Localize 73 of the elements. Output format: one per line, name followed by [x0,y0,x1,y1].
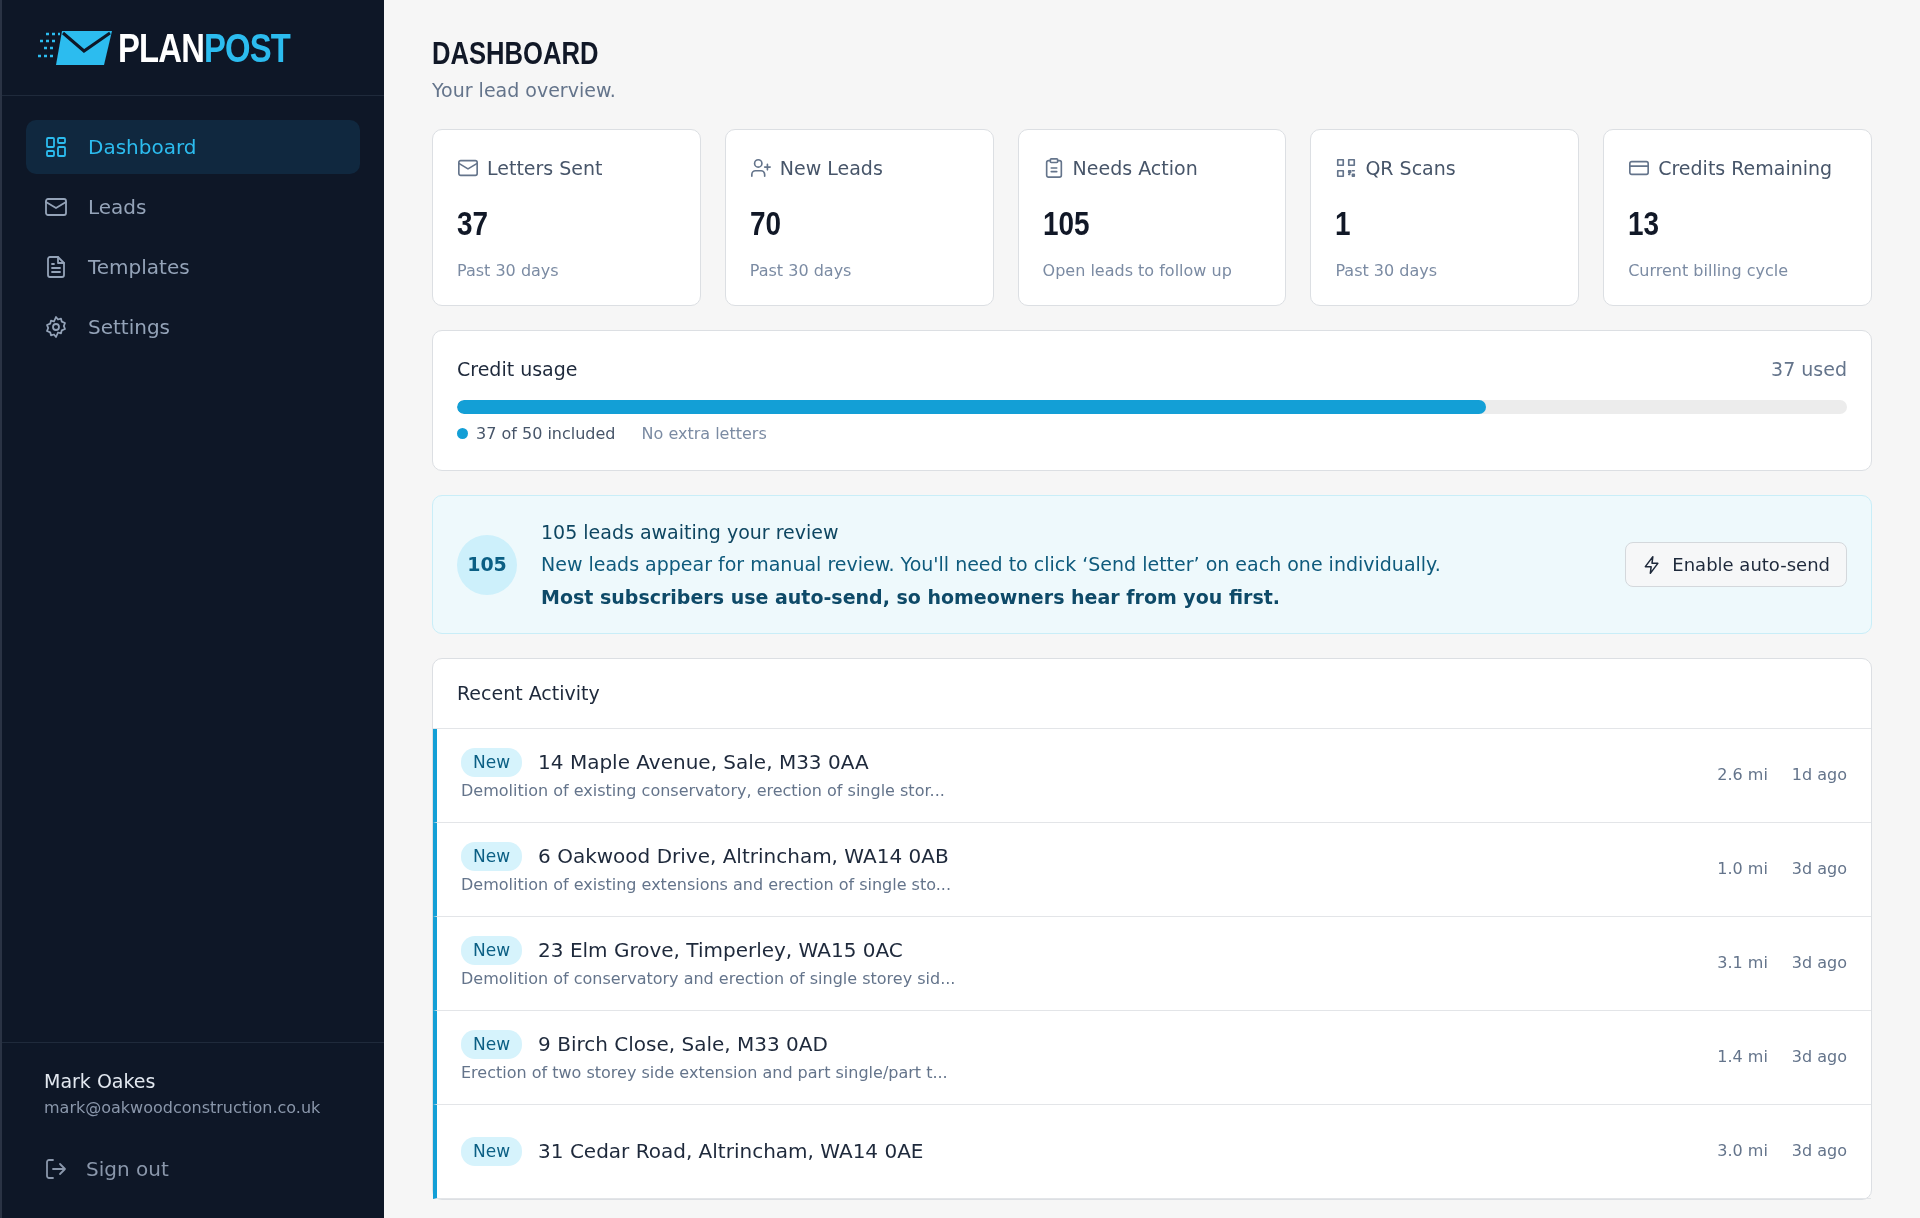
lead-age: 3d ago [1791,858,1847,881]
lead-distance: 2.6 mi [1717,764,1768,787]
included-count: 37 of 50 included [476,422,616,445]
user-name: Mark Oakes [44,1069,157,1094]
stat-value: 13 [1628,203,1660,245]
status-tag: New [461,747,523,778]
stat-note: Current billing cycle [1628,260,1790,283]
stat-note: Past 30 days [457,260,560,283]
stat-label: Letters Sent [487,155,603,181]
lead-address: 6 Oakwood Drive, Altrincham, WA14 0AB [538,843,949,871]
card-title: Recent Activity [433,659,1871,729]
stat-note: Past 30 days [1335,260,1439,283]
status-tag: New [461,935,523,966]
activity-row[interactable]: New 14 Maple Avenue, Sale, M33 0AA Demolition of existing conservatory, erection of single stor... 2.6 mi 1d ago [433,728,1871,823]
page-title: DASHBOARD [432,34,599,73]
stat-value: 1 [1335,203,1351,245]
stat-label: QR Scans [1365,155,1456,181]
lead-age: 3d ago [1791,1046,1847,1069]
lead-age: 1d ago [1791,764,1847,787]
status-tag: New [461,1029,523,1060]
brand-logo-text: PLANPOST [118,27,291,68]
activity-row[interactable]: New 23 Elm Grove, Timperley, WA15 0AC Demolition of conservatory and erection of single storey sid... 3.1 mi 3d ago [433,916,1871,1011]
banner-text: New leads appear for manual review. You'll need to click ‘Send letter’ on each one individually. [541,552,1442,578]
lead-age: 3d ago [1791,1140,1847,1163]
lead-distance: 3.1 mi [1717,952,1768,975]
envelope-logo-icon [38,29,112,66]
document-icon [44,255,68,279]
activity-row[interactable]: New 6 Oakwood Drive, Altrincham, WA14 0AB Demolition of existing extensions and erection of single sto... 1.0 mi 3d ago [433,822,1871,917]
lead-address: 31 Cedar Road, Altrincham, WA14 0AE [538,1138,924,1166]
stat-note: Past 30 days [749,260,853,283]
banner-title: 105 leads awaiting your review [541,519,840,545]
lead-age: 3d ago [1791,952,1847,975]
banner-text: Most subscribers use auto-send, so homeowners hear from you first. [541,584,1281,610]
activity-row[interactable]: New 31 Cedar Road, Altrincham, WA14 0AE 3.0 mi 3d ago [433,1104,1871,1199]
card-title: Credit usage [457,357,578,383]
lead-description: Demolition of conservatory and erection of single storey sid... [461,968,957,991]
extra-letters-note: No extra letters [641,422,767,445]
legend-dot [457,428,468,440]
lead-description: Demolition of existing conservatory, erection of single stor... [461,780,946,803]
status-tag: New [461,841,523,872]
nav-item[interactable]: Templates [26,240,360,294]
envelope-icon [44,195,68,219]
enable-auto-send-button[interactable]: Enable auto-send [1625,542,1847,588]
lead-address: 23 Elm Grove, Timperley, WA15 0AC [538,937,903,965]
grid-icon [44,135,68,159]
lead-description: Erection of two storey side extension and part single/part t... [461,1062,949,1085]
stat-note: Open leads to follow up [1042,260,1233,283]
stat-value: 70 [749,203,781,245]
lead-distance: 1.4 mi [1717,1046,1768,1069]
stat-label: Needs Action [1072,155,1198,181]
nav-item[interactable]: Settings [26,300,360,354]
user-email: mark@oakwoodconstruction.co.uk [44,1096,322,1119]
stat-value: 105 [1042,203,1090,245]
used-count: 37 used [1771,357,1847,383]
status-tag: New [461,1136,523,1167]
sign-out-icon [44,1156,68,1181]
sign-out-link[interactable]: Sign out [44,1153,169,1184]
page-subtitle: Your lead overview. [432,78,617,104]
lead-description: Demolition of existing extensions and erection of single sto... [461,874,952,897]
settings-icon [44,315,68,339]
nav-item[interactable]: Dashboard [26,120,360,174]
count-circle: 105 [457,534,517,595]
stat-value: 37 [457,203,488,245]
lead-distance: 3.0 mi [1717,1140,1768,1163]
stat-label: New Leads [779,155,883,181]
nav-item[interactable]: Leads [26,180,360,234]
stat-label: Credits Remaining [1658,155,1833,181]
lead-address: 9 Birch Close, Sale, M33 0AD [538,1031,828,1059]
qr-code-icon [1335,157,1358,180]
user-plus-icon [749,157,772,180]
lead-distance: 1.0 mi [1717,858,1768,881]
activity-row[interactable]: New 9 Birch Close, Sale, M33 0AD Erection of two storey side extension and part single/part t... 1.4 mi 3d ago [433,1010,1871,1105]
lead-address: 14 Maple Avenue, Sale, M33 0AA [538,749,869,777]
